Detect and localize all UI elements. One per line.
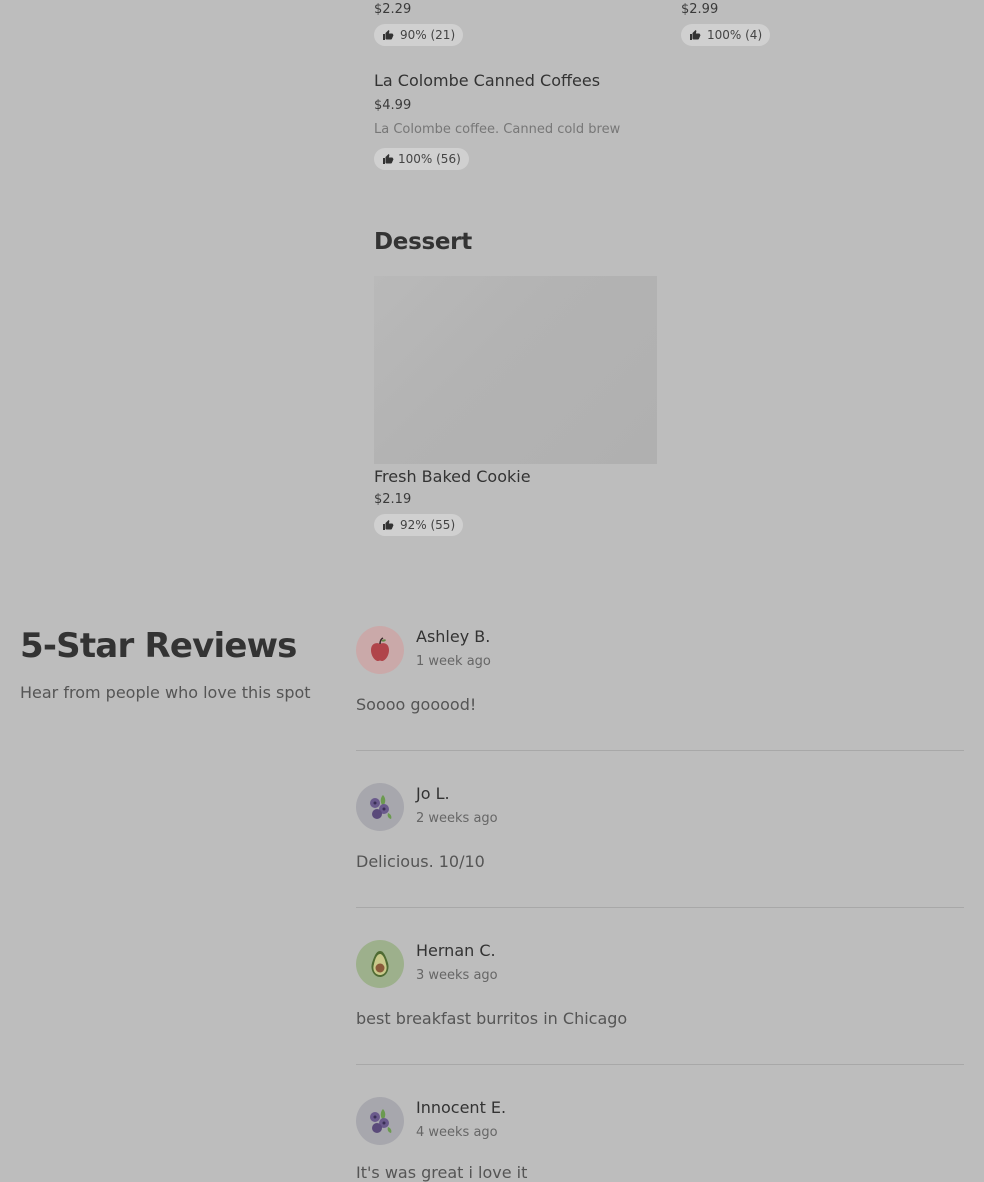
divider (356, 750, 964, 751)
reviewer-name: Innocent E. (416, 1098, 507, 1117)
item-price: $4.99 (374, 98, 412, 113)
avatar (356, 783, 404, 831)
rating-label: 90% (21) (400, 28, 456, 42)
item-description: La Colombe coffee. Canned cold brew (374, 122, 621, 137)
thumbs-up-icon (383, 520, 394, 530)
review-text: Soooo gooood! (356, 695, 477, 714)
avatar (356, 940, 404, 988)
review-time: 1 week ago (416, 654, 491, 669)
blueberry-icon (370, 795, 392, 819)
rating-badge: 100% (56) (374, 148, 469, 170)
avocado-icon (371, 951, 389, 977)
reviewer-name: Hernan C. (416, 941, 496, 960)
thumbs-up-icon (690, 30, 701, 40)
rating-label: 100% (56) (398, 152, 461, 166)
review-text: best breakfast burritos in Chicago (356, 1009, 628, 1028)
rating-badge: 100% (4) (681, 24, 771, 46)
item-image (374, 276, 657, 464)
review-time: 4 weeks ago (416, 1125, 498, 1140)
rating-badge: 92% (55) (374, 514, 464, 536)
item-price: $2.99 (681, 2, 719, 17)
review-text: It's was great i love it (356, 1163, 528, 1182)
item-price: $2.29 (374, 2, 412, 17)
item-name: Fresh Baked Cookie (374, 467, 531, 486)
reviews-title: 5-Star Reviews (20, 626, 297, 666)
apple-icon (371, 637, 389, 661)
section-title-dessert: Dessert (374, 229, 472, 255)
item-name: La Colombe Canned Coffees (374, 71, 601, 90)
review-text: Delicious. 10/10 (356, 852, 485, 871)
rating-label: 92% (55) (400, 518, 456, 532)
divider (356, 1064, 964, 1065)
rating-label: 100% (4) (707, 28, 763, 42)
thumbs-up-icon (383, 154, 394, 164)
rating-badge: 90% (21) (374, 24, 464, 46)
avatar (356, 626, 404, 674)
item-price: $2.19 (374, 492, 412, 507)
review-time: 2 weeks ago (416, 811, 498, 826)
divider (356, 907, 964, 908)
reviewer-name: Ashley B. (416, 627, 491, 646)
thumbs-up-icon (383, 30, 394, 40)
reviewer-name: Jo L. (416, 784, 450, 803)
blueberry-icon (370, 1109, 392, 1133)
review-time: 3 weeks ago (416, 968, 498, 983)
avatar (356, 1097, 404, 1145)
reviews-subtitle: Hear from people who love this spot (20, 683, 311, 702)
